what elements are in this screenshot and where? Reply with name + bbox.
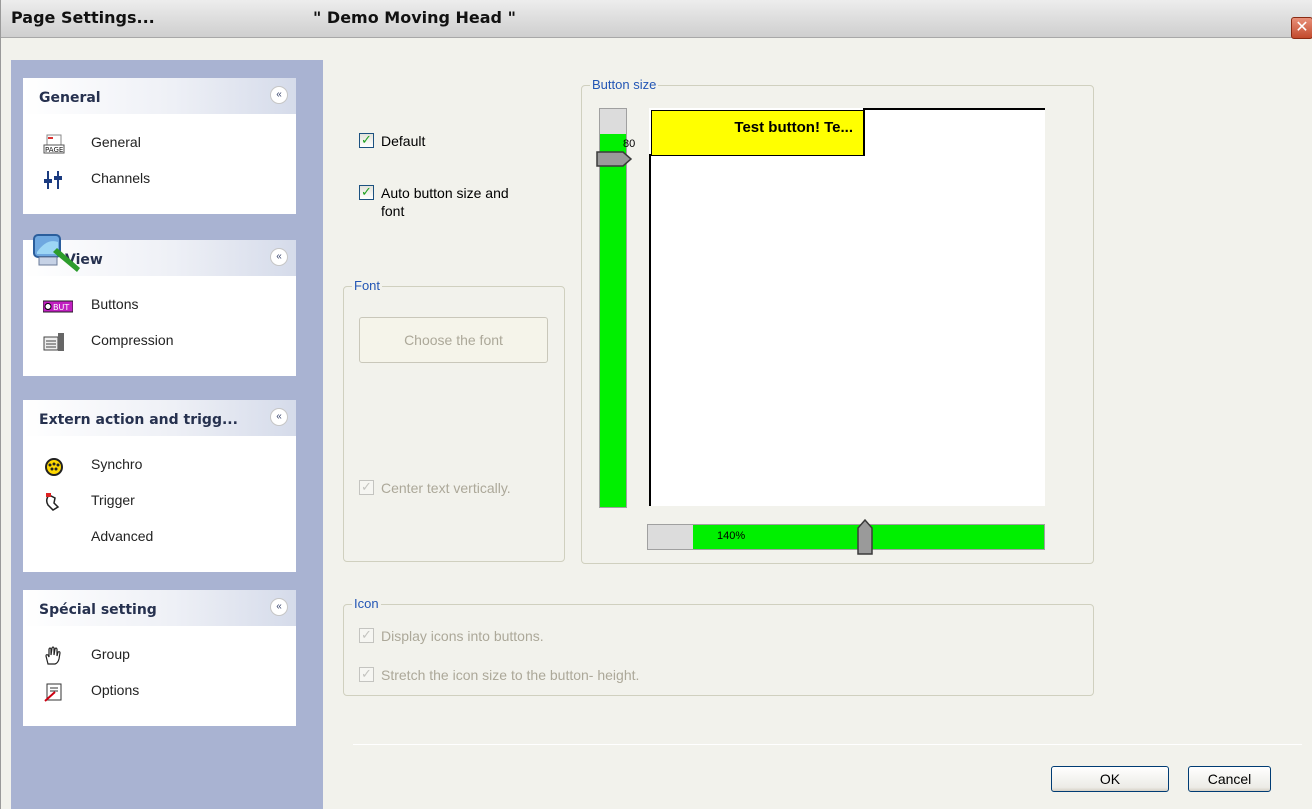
window-title: Page Settings... bbox=[11, 8, 155, 27]
cancel-button[interactable]: Cancel bbox=[1188, 766, 1271, 792]
sidebar-item-label: Advanced bbox=[91, 528, 154, 544]
options-icon bbox=[44, 683, 62, 702]
page-settings-window: Page Settings... " Demo Moving Head " ✕ … bbox=[0, 0, 1312, 809]
collapse-icon[interactable]: « bbox=[270, 408, 288, 426]
hand-trigger-icon bbox=[45, 493, 60, 511]
panel-title: Extern action and trigg... bbox=[39, 412, 238, 428]
auto-size-label-line1: Auto button size and bbox=[381, 185, 509, 201]
horizontal-slider-thumb[interactable] bbox=[856, 518, 874, 556]
test-button-text: Test button! Te... bbox=[734, 119, 853, 136]
center-vertical-label: Center text vertically. bbox=[381, 480, 511, 496]
stretch-icons-checkbox[interactable]: ✓ bbox=[359, 667, 374, 682]
sidebar-item-label: Trigger bbox=[91, 492, 135, 508]
sidebar-item-label: General bbox=[91, 134, 141, 150]
sidebar-item-label: Group bbox=[91, 646, 130, 662]
document-name: " Demo Moving Head " bbox=[313, 8, 516, 27]
collapse-icon[interactable]: « bbox=[270, 248, 288, 266]
sliders-icon bbox=[44, 171, 62, 189]
panel-title: General bbox=[39, 90, 101, 106]
vertical-slider-value: 80 bbox=[623, 138, 636, 150]
panel-general-header[interactable]: General « bbox=[23, 78, 296, 114]
sidebar-item-label: Buttons bbox=[91, 296, 139, 312]
display-icons-label: Display icons into buttons. bbox=[381, 628, 544, 644]
collapse-icon[interactable]: « bbox=[270, 86, 288, 104]
horizontal-slider-label: 140% bbox=[717, 530, 746, 542]
vertical-slider-thumb[interactable] bbox=[595, 150, 633, 168]
sidebar-item-label: Channels bbox=[91, 170, 151, 186]
default-label: Default bbox=[381, 133, 426, 149]
page-icon: PAGE bbox=[43, 134, 65, 154]
close-icon: ✕ bbox=[1295, 19, 1309, 36]
collapse-icon[interactable]: « bbox=[270, 598, 288, 616]
sidebar-item-label: Options bbox=[91, 682, 140, 698]
button-preview-area bbox=[649, 108, 1045, 506]
button-icon: BUT bbox=[43, 300, 73, 313]
footer-separator bbox=[353, 744, 1302, 745]
sidebar-item-label: Compression bbox=[91, 332, 174, 348]
compress-icon bbox=[43, 333, 64, 351]
test-button-preview: Test button! Te... bbox=[651, 110, 864, 156]
default-checkbox[interactable]: ✓ bbox=[359, 133, 374, 148]
stretch-icons-label: Stretch the icon size to the button- hei… bbox=[381, 667, 640, 683]
panel-extern: Extern action and trigg... « Synchro Tri… bbox=[23, 400, 296, 572]
svg-text:BUT: BUT bbox=[53, 303, 69, 312]
button-size-legend: Button size bbox=[590, 77, 659, 92]
vertical-slider-fill bbox=[600, 134, 626, 507]
panel-special-setting: Spécial setting « Group Options bbox=[23, 590, 296, 726]
icon-group-legend: Icon bbox=[352, 596, 381, 611]
title-bar[interactable]: Page Settings... " Demo Moving Head " ✕ bbox=[1, 0, 1312, 39]
hand-icon bbox=[45, 646, 61, 665]
panel-general: General « PAGE General Channels bbox=[23, 78, 296, 214]
center-vertical-checkbox[interactable]: ✓ bbox=[359, 480, 374, 495]
view-glass-icon bbox=[33, 234, 80, 272]
sidebar-item-label: Synchro bbox=[91, 456, 143, 472]
auto-size-label-line2: font bbox=[381, 203, 405, 219]
svg-text:PAGE: PAGE bbox=[45, 146, 63, 154]
panel-special-header[interactable]: Spécial setting « bbox=[23, 590, 296, 626]
auto-size-checkbox[interactable]: ✓ bbox=[359, 185, 374, 200]
ok-button[interactable]: OK bbox=[1051, 766, 1169, 792]
preview-left-edge bbox=[649, 156, 651, 506]
choose-font-button[interactable]: Choose the font bbox=[359, 317, 548, 363]
panel-extern-header[interactable]: Extern action and trigg... « bbox=[23, 400, 296, 436]
dmx-connector-icon bbox=[45, 458, 63, 476]
panel-title: Spécial setting bbox=[39, 602, 157, 618]
font-group-legend: Font bbox=[352, 278, 383, 293]
close-button[interactable]: ✕ bbox=[1291, 17, 1312, 39]
display-icons-checkbox[interactable]: ✓ bbox=[359, 628, 374, 643]
